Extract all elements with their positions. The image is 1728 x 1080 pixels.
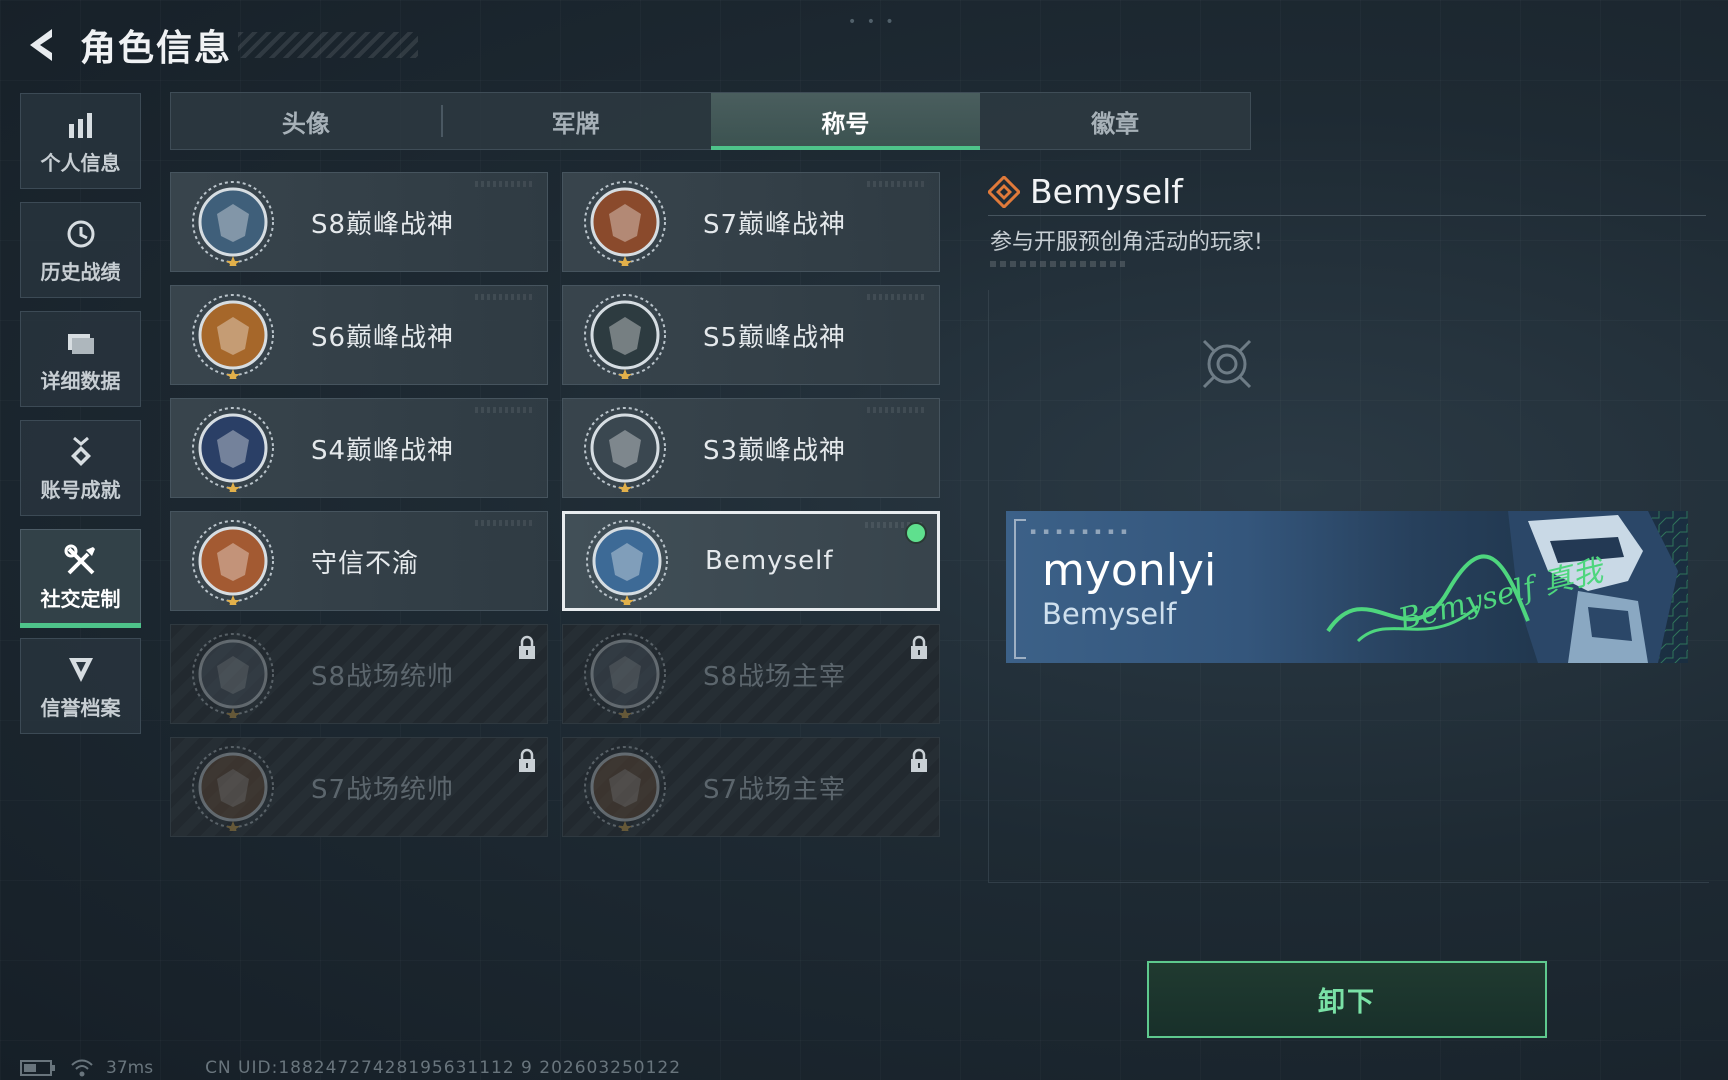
title-card-name: S7战场主宰	[703, 774, 847, 805]
soldier-emblem-icon	[581, 743, 669, 831]
sidebar-item-history[interactable]: 历史战绩	[20, 202, 141, 298]
back-button[interactable]	[20, 23, 64, 67]
tab-avatar[interactable]: 头像	[171, 93, 441, 149]
card-decoration	[475, 294, 535, 300]
card-decoration	[867, 407, 927, 413]
title-card-name: S3巅峰战神	[703, 435, 847, 466]
title-list: S8巅峰战神 S7巅峰战神 S6巅峰战神 S5巅峰战神 S4巅峰战神 S3巅峰战神守信不渝…	[170, 172, 940, 837]
title-card[interactable]: S8巅峰战神	[170, 172, 548, 272]
lock-icon	[909, 748, 929, 778]
title-card-name: S4巅峰战神	[311, 435, 455, 466]
wifi-icon	[71, 1059, 93, 1077]
status-bar: 37ms CN UID:18824727428195631112 9 20260…	[20, 1058, 681, 1078]
sidebar-item-label: 历史战绩	[40, 259, 121, 284]
sidebar-item-personal-info[interactable]: 个人信息	[20, 93, 141, 189]
medal-icon	[66, 434, 96, 470]
sidebar-item-label: 账号成就	[40, 477, 121, 502]
battery-icon	[20, 1060, 55, 1076]
folder-icon	[65, 325, 97, 361]
title-card-name: Bemyself	[705, 546, 834, 576]
title-card[interactable]: S5巅峰战神	[562, 285, 940, 385]
title-card-name: S8战场主宰	[703, 661, 847, 692]
title-card-name: 守信不渝	[311, 548, 420, 579]
tab-dogtag[interactable]: 军牌	[440, 93, 711, 149]
namecard-soldier-art: Bemyself 真我	[1326, 511, 1688, 663]
ping-value: 37ms	[106, 1058, 154, 1078]
sidebar-item-credit-record[interactable]: 信誉档案	[20, 638, 141, 734]
sidebar-item-label: 信誉档案	[40, 695, 121, 720]
title-card-name: S6巅峰战神	[311, 322, 455, 353]
namecard-preview: ▪ ▪ ▪ ▪ ▪ ▪ ▪ ▪ myonlyi Bemyself Bemysel…	[1006, 511, 1688, 663]
lock-icon	[517, 748, 537, 778]
title-card[interactable]: 守信不渝	[170, 511, 548, 611]
lock-icon	[517, 635, 537, 665]
building-emblem-icon	[581, 630, 669, 718]
detail-subline-decoration	[990, 261, 1125, 267]
scales-emblem-icon	[189, 517, 277, 605]
category-tabs: 头像 军牌 称号 徽章	[170, 92, 1251, 150]
card-decoration	[867, 294, 927, 300]
title-card[interactable]: S7战场主宰	[562, 737, 940, 837]
title-card-name: S7巅峰战神	[703, 209, 847, 240]
sidebar-item-social-custom[interactable]: 社交定制	[20, 529, 141, 628]
title-card[interactable]: S7巅峰战神	[562, 172, 940, 272]
title-card[interactable]: S6巅峰战神	[170, 285, 548, 385]
bemyself-soldier-emblem-icon	[583, 517, 671, 605]
title-card-name: S8战场统帅	[311, 661, 455, 692]
lock-icon	[909, 635, 929, 665]
s5-skull-emblem-icon	[581, 291, 669, 379]
bar-chart-icon	[66, 107, 96, 143]
equipped-indicator	[905, 522, 927, 544]
sidebar-item-achievements[interactable]: 账号成就	[20, 420, 141, 516]
sidebar-item-label: 详细数据	[40, 368, 121, 393]
card-decoration	[475, 407, 535, 413]
shield-icon	[66, 652, 96, 688]
title-card[interactable]: S8战场主宰	[562, 624, 940, 724]
namecard-bracket	[1014, 519, 1026, 659]
title-card-name: S7战场统帅	[311, 774, 455, 805]
target-reticle-icon	[1200, 337, 1254, 395]
namecard-title: Bemyself	[1042, 597, 1177, 631]
detail-title: Bemyself	[1030, 172, 1183, 211]
namecard-code-decoration: ▪ ▪ ▪ ▪ ▪ ▪ ▪ ▪	[1030, 527, 1129, 537]
title-card[interactable]: S3巅峰战神	[562, 398, 940, 498]
s7-rifle-emblem-icon	[581, 178, 669, 266]
detail-description: 参与开服预创角活动的玩家!	[990, 230, 1263, 255]
card-decoration	[867, 181, 927, 187]
title-card-name: S8巅峰战神	[311, 209, 455, 240]
back-arrow-icon	[30, 29, 52, 61]
s8-emblem-icon	[189, 178, 277, 266]
page-title: 角色信息	[80, 28, 233, 69]
title-card[interactable]: S7战场统帅	[170, 737, 548, 837]
sidebar-item-detailed-data[interactable]: 详细数据	[20, 311, 141, 407]
unequip-button[interactable]: 卸下	[1147, 961, 1547, 1038]
page-header: 角色信息	[20, 18, 419, 72]
sidebar-item-label: 个人信息	[40, 150, 121, 175]
tab-title[interactable]: 称号	[710, 93, 981, 150]
tools-icon	[64, 543, 98, 579]
detail-divider	[988, 215, 1706, 216]
title-diamond-icon	[988, 175, 1020, 208]
namecard-player-name: myonlyi	[1042, 545, 1217, 596]
title-card[interactable]: S4巅峰战神	[170, 398, 548, 498]
title-card-name: S5巅峰战神	[703, 322, 847, 353]
history-clock-icon	[65, 216, 97, 252]
detail-header: Bemyself	[988, 172, 1183, 211]
sidebar: 个人信息 历史战绩 详细数据 账号成就 社交定制 信誉档案	[20, 93, 143, 747]
card-decoration	[475, 520, 535, 526]
s4-helmet-emblem-icon	[189, 404, 277, 492]
sidebar-item-label: 社交定制	[40, 586, 121, 611]
tab-badge[interactable]: 徽章	[980, 93, 1250, 149]
top-dots-decoration: • • •	[848, 14, 897, 30]
card-decoration	[475, 181, 535, 187]
uid-text: CN UID:18824727428195631112 9 2026032501…	[205, 1058, 682, 1078]
title-card[interactable]: Bemyself	[562, 511, 940, 611]
s3-globe-emblem-icon	[581, 404, 669, 492]
tank-emblem-icon	[189, 630, 277, 718]
vehicle-emblem-icon	[189, 743, 277, 831]
s6-shield-emblem-icon	[189, 291, 277, 379]
title-decoration	[238, 32, 419, 58]
title-card[interactable]: S8战场统帅	[170, 624, 548, 724]
